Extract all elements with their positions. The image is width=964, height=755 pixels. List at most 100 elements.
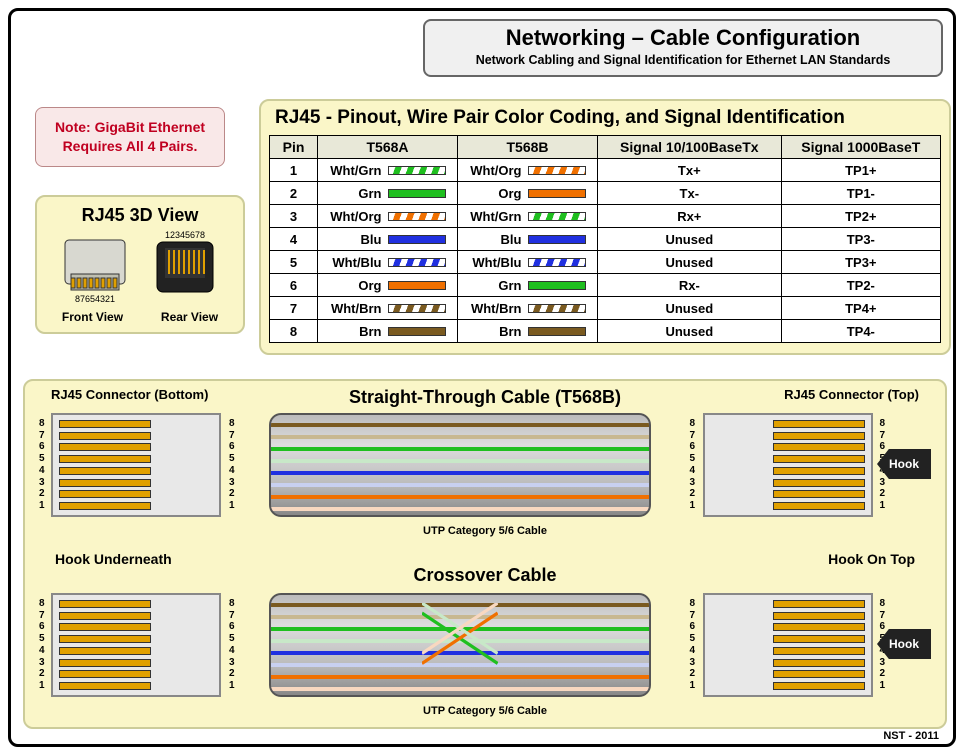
wire-swatch-icon bbox=[388, 304, 446, 313]
page-title: Networking – Cable Configuration bbox=[431, 25, 935, 51]
rj45-right-icon bbox=[703, 593, 873, 697]
pin-cell: 5 bbox=[270, 251, 318, 274]
t568a-cell: Brn bbox=[318, 320, 458, 343]
pin-cell: 7 bbox=[270, 297, 318, 320]
pin-cell: 2 bbox=[270, 182, 318, 205]
sig100-cell: Tx- bbox=[598, 182, 782, 205]
rj45-left-icon bbox=[51, 413, 221, 517]
rj45-rear-icon: 12345678 bbox=[149, 230, 221, 308]
t568a-cell: Wht/Blu bbox=[318, 251, 458, 274]
t568a-cell: Wht/Grn bbox=[318, 159, 458, 182]
t568b-cell: Blu bbox=[458, 228, 598, 251]
pin-cell: 6 bbox=[270, 274, 318, 297]
sig1000-cell: TP2+ bbox=[781, 205, 940, 228]
footer-credit: NST - 2011 bbox=[883, 730, 939, 742]
note-line2: Requires All 4 Pairs. bbox=[42, 137, 218, 156]
wire-swatch-icon bbox=[528, 166, 586, 175]
table-row: 8BrnBrnUnusedTP4- bbox=[270, 320, 941, 343]
pin-numbers: 87654321 bbox=[39, 413, 45, 517]
rear-pin-numbers: 12345678 bbox=[165, 230, 205, 240]
sig100-cell: Rx+ bbox=[598, 205, 782, 228]
sig1000-cell: TP4+ bbox=[781, 297, 940, 320]
pinout-title: RJ45 - Pinout, Wire Pair Color Coding, a… bbox=[275, 107, 941, 129]
sig100-cell: Unused bbox=[598, 297, 782, 320]
table-row: 2GrnOrgTx-TP1- bbox=[270, 182, 941, 205]
sig100-cell: Unused bbox=[598, 251, 782, 274]
rj45-3d-view-panel: RJ45 3D View 87654321 12345678 bbox=[35, 195, 245, 334]
pin-numbers: 87654321 bbox=[39, 593, 45, 697]
t568b-cell: Wht/Org bbox=[458, 159, 598, 182]
pin-cell: 3 bbox=[270, 205, 318, 228]
wire-swatch-icon bbox=[528, 304, 586, 313]
table-row: 5Wht/BluWht/BluUnusedTP3+ bbox=[270, 251, 941, 274]
rj45-right-icon bbox=[703, 413, 873, 517]
t568a-cell: Wht/Brn bbox=[318, 297, 458, 320]
rear-view-label: Rear View bbox=[161, 310, 218, 324]
wire-swatch-icon bbox=[528, 327, 586, 336]
t568a-cell: Org bbox=[318, 274, 458, 297]
wire-swatch-icon bbox=[388, 212, 446, 221]
sig1000-cell: TP3- bbox=[781, 228, 940, 251]
col-t568b: T568B bbox=[458, 136, 598, 159]
table-row: 3Wht/OrgWht/GrnRx+TP2+ bbox=[270, 205, 941, 228]
pin-cell: 1 bbox=[270, 159, 318, 182]
pin-cell: 4 bbox=[270, 228, 318, 251]
wire-swatch-icon bbox=[528, 258, 586, 267]
t568b-cell: Wht/Brn bbox=[458, 297, 598, 320]
col-sig1000: Signal 1000BaseT bbox=[781, 136, 940, 159]
rj45-3d-title: RJ45 3D View bbox=[43, 205, 237, 226]
wire-swatch-icon bbox=[528, 281, 586, 290]
header-panel: Networking – Cable Configuration Network… bbox=[423, 19, 943, 77]
note-line1: Note: GigaBit Ethernet bbox=[42, 118, 218, 137]
crossover-title: Crossover Cable bbox=[33, 565, 937, 586]
wire-swatch-icon bbox=[388, 327, 446, 336]
t568b-cell: Org bbox=[458, 182, 598, 205]
pin-cell: 8 bbox=[270, 320, 318, 343]
wire-swatch-icon bbox=[388, 258, 446, 267]
col-pin: Pin bbox=[270, 136, 318, 159]
hook-tab-icon: Hook bbox=[877, 449, 931, 479]
t568b-cell: Grn bbox=[458, 274, 598, 297]
sig100-cell: Rx- bbox=[598, 274, 782, 297]
t568b-cell: Wht/Grn bbox=[458, 205, 598, 228]
wire-swatch-icon bbox=[388, 235, 446, 244]
t568a-cell: Grn bbox=[318, 182, 458, 205]
table-row: 7Wht/BrnWht/BrnUnusedTP4+ bbox=[270, 297, 941, 320]
utp-label: UTP Category 5/6 Cable bbox=[33, 525, 937, 537]
sig100-cell: Tx+ bbox=[598, 159, 782, 182]
wire-swatch-icon bbox=[388, 166, 446, 175]
cable-diagrams-panel: RJ45 Connector (Bottom) RJ45 Connector (… bbox=[23, 379, 947, 729]
table-row: 6OrgGrnRx-TP2- bbox=[270, 274, 941, 297]
sig1000-cell: TP1- bbox=[781, 182, 940, 205]
straight-title: Straight-Through Cable (T568B) bbox=[33, 387, 937, 408]
t568a-cell: Blu bbox=[318, 228, 458, 251]
t568b-cell: Brn bbox=[458, 320, 598, 343]
pinout-table: Pin T568A T568B Signal 10/100BaseTx Sign… bbox=[269, 135, 941, 343]
gigabit-note: Note: GigaBit Ethernet Requires All 4 Pa… bbox=[35, 107, 225, 167]
front-view-label: Front View bbox=[62, 310, 123, 324]
sig100-cell: Unused bbox=[598, 228, 782, 251]
cable-sheath-icon bbox=[269, 413, 651, 517]
utp-label: UTP Category 5/6 Cable bbox=[33, 705, 937, 717]
rj45-front-icon: 87654321 bbox=[59, 230, 131, 308]
pin-numbers: 87654321 bbox=[689, 593, 695, 697]
col-sig100: Signal 10/100BaseTx bbox=[598, 136, 782, 159]
diagram-frame: Networking – Cable Configuration Network… bbox=[8, 8, 956, 747]
table-row: 1Wht/GrnWht/OrgTx+TP1+ bbox=[270, 159, 941, 182]
wire-swatch-icon bbox=[528, 235, 586, 244]
pin-numbers: 87654321 bbox=[229, 413, 235, 517]
sig1000-cell: TP2- bbox=[781, 274, 940, 297]
hook-tab-icon: Hook bbox=[877, 629, 931, 659]
page-subtitle: Network Cabling and Signal Identificatio… bbox=[431, 53, 935, 67]
sig100-cell: Unused bbox=[598, 320, 782, 343]
straight-through-row: RJ45 Connector (Bottom) RJ45 Connector (… bbox=[33, 387, 937, 547]
wire-swatch-icon bbox=[528, 212, 586, 221]
front-pin-numbers: 87654321 bbox=[75, 294, 115, 304]
crossover-row: Crossover Cable 87654321 87654321 876543… bbox=[33, 567, 937, 727]
pin-numbers: 87654321 bbox=[229, 593, 235, 697]
sig1000-cell: TP3+ bbox=[781, 251, 940, 274]
pinout-panel: RJ45 - Pinout, Wire Pair Color Coding, a… bbox=[259, 99, 951, 355]
t568a-cell: Wht/Org bbox=[318, 205, 458, 228]
pin-numbers: 87654321 bbox=[689, 413, 695, 517]
rj45-left-icon bbox=[51, 593, 221, 697]
